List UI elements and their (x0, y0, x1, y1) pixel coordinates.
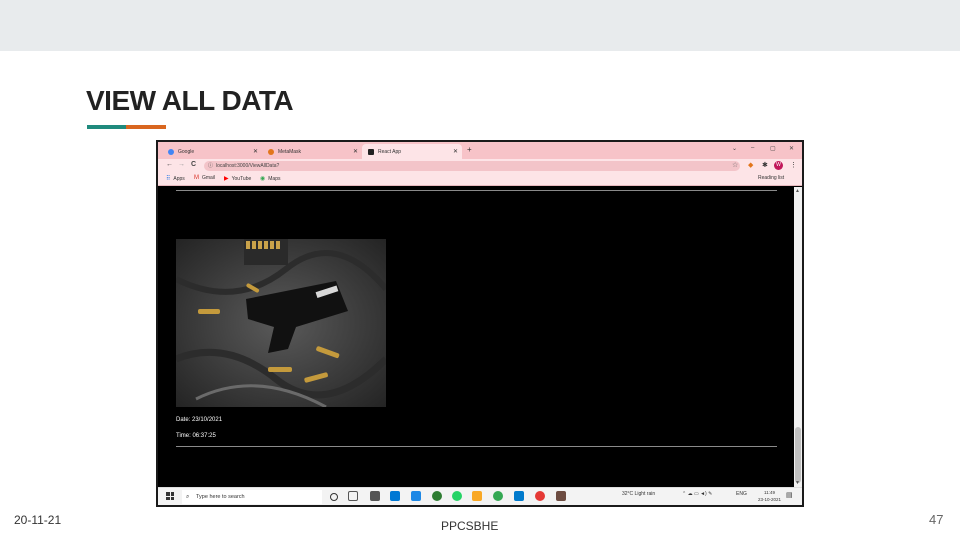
clock-date: 23-10-2021 (758, 497, 782, 502)
footer-date: 20-11-21 (14, 513, 62, 527)
windows-taskbar: ⌕ Type here to search 32°C Light rain ⌃ … (158, 487, 802, 505)
top-band (0, 0, 960, 51)
taskbar-search-input[interactable]: ⌕ Type here to search (182, 490, 322, 504)
store-icon[interactable] (370, 491, 380, 501)
divider-bottom (176, 446, 777, 447)
reading-list-button[interactable]: Reading list (758, 175, 784, 181)
maximize-button[interactable]: ▢ (770, 145, 776, 152)
slide: VIEW ALL DATA Google ✕ MetaMask ✕ React … (0, 0, 960, 540)
bookmark-youtube[interactable]: ▶ YouTube (224, 175, 252, 183)
search-icon: ⌕ (186, 494, 190, 500)
info-icon[interactable]: ⓘ (208, 161, 213, 171)
extensions-puzzle-icon[interactable]: ✱ (762, 161, 768, 169)
divider-top (176, 190, 777, 191)
tab-label: Google (178, 148, 195, 155)
footer-label: PPCSBHE (441, 519, 499, 533)
tab-react-app[interactable]: React App ✕ (362, 144, 462, 159)
accent-teal (87, 125, 126, 129)
profile-avatar[interactable]: W (774, 161, 783, 170)
scroll-down-icon[interactable]: ▼ (795, 480, 800, 486)
close-icon[interactable]: ✕ (353, 148, 358, 155)
back-button[interactable]: ← (166, 161, 173, 168)
google-icon (168, 148, 174, 155)
file-explorer-icon[interactable] (472, 491, 482, 501)
notification-icon[interactable]: ▤ (786, 491, 793, 499)
photos-icon[interactable] (556, 491, 566, 501)
accent-orange (126, 125, 166, 129)
reload-button[interactable]: C (191, 161, 196, 168)
vscode-icon[interactable] (514, 491, 524, 501)
weather-status[interactable]: 32°C Light rain (622, 491, 655, 497)
record-date: Date: 23/10/2021 (176, 417, 223, 423)
close-window-button[interactable]: ✕ (789, 145, 794, 152)
windows-start-icon[interactable] (166, 492, 174, 500)
react-icon (368, 148, 374, 155)
language-indicator[interactable]: ENG (736, 491, 747, 497)
clock-time: 11:49 (764, 490, 775, 495)
metamask-extension-icon[interactable]: ◆ (748, 161, 753, 169)
browser-tab-bar: Google ✕ MetaMask ✕ React App ✕ + ⌄ – ▢ … (158, 142, 802, 159)
page-content: Date: 23/10/2021 Time: 06:37:25 (158, 187, 794, 487)
browser-screenshot: Google ✕ MetaMask ✕ React App ✕ + ⌄ – ▢ … (156, 140, 804, 507)
gmail-icon: M (194, 175, 199, 181)
app-l-icon[interactable] (411, 491, 421, 501)
url-text: localhost:3000/ViewAllData? (216, 163, 280, 169)
task-view-icon[interactable] (348, 491, 358, 501)
bookmark-gmail[interactable]: M Gmail (194, 175, 215, 181)
record-time: Time: 06:37:25 (176, 433, 216, 439)
chrome-icon[interactable] (493, 491, 503, 501)
close-icon[interactable]: ✕ (253, 148, 258, 155)
tab-google[interactable]: Google ✕ (162, 144, 262, 159)
star-icon[interactable]: ☆ (732, 161, 738, 169)
close-icon[interactable]: ✕ (453, 148, 458, 155)
url-input[interactable]: ⓘ localhost:3000/ViewAllData? (204, 161, 740, 171)
evidence-image (176, 239, 386, 407)
search-placeholder: Type here to search (196, 494, 245, 500)
tab-metamask[interactable]: MetaMask ✕ (262, 144, 362, 159)
forward-button[interactable]: → (178, 161, 185, 168)
menu-dots-icon[interactable]: ⋮ (790, 161, 797, 169)
tray-icons[interactable]: ⌃ ☁ ▭ ◄) ✎ (682, 491, 712, 497)
metamask-fox-icon (268, 148, 274, 155)
page-number: 47 (929, 512, 944, 527)
bookmark-label: Gmail (202, 175, 216, 181)
bookmark-maps[interactable]: ◉ Maps (260, 175, 281, 183)
pistol-photo (176, 239, 386, 407)
bookmarks-bar: ⠿ Apps M Gmail ▶ YouTube ◉ Maps Reading … (158, 173, 802, 186)
address-bar-row: ← → C ⓘ localhost:3000/ViewAllData? ☆ ◆ … (158, 159, 802, 173)
bookmark-apps[interactable]: ⠿ Apps (166, 175, 185, 183)
minimize-button[interactable]: – (751, 145, 754, 151)
scroll-thumb[interactable] (795, 427, 801, 483)
maps-icon: ◉ (260, 176, 266, 182)
youtube-icon: ▶ (224, 176, 229, 182)
tab-label: React App (378, 148, 402, 155)
apps-grid-icon: ⠿ (166, 176, 171, 182)
title-accent-bar (87, 125, 166, 129)
taskbar-clock[interactable]: 11:49 23-10-2021 (758, 489, 781, 503)
edge-icon[interactable] (432, 491, 442, 501)
slide-title: VIEW ALL DATA (86, 85, 294, 116)
new-tab-button[interactable]: + (467, 145, 472, 154)
chrome-profile-icon[interactable] (535, 491, 545, 501)
scroll-up-icon[interactable]: ▲ (795, 188, 800, 194)
mail-icon[interactable] (390, 491, 400, 501)
cortana-icon[interactable] (330, 493, 338, 501)
tab-label: MetaMask (278, 148, 302, 155)
page-scrollbar[interactable]: ▲ ▼ (794, 187, 802, 487)
chevron-down-icon[interactable]: ⌄ (732, 145, 737, 152)
bookmark-label: Maps (268, 175, 281, 182)
whatsapp-icon[interactable] (452, 491, 462, 501)
bookmark-label: Apps (173, 175, 185, 182)
bookmark-label: YouTube (231, 175, 252, 182)
